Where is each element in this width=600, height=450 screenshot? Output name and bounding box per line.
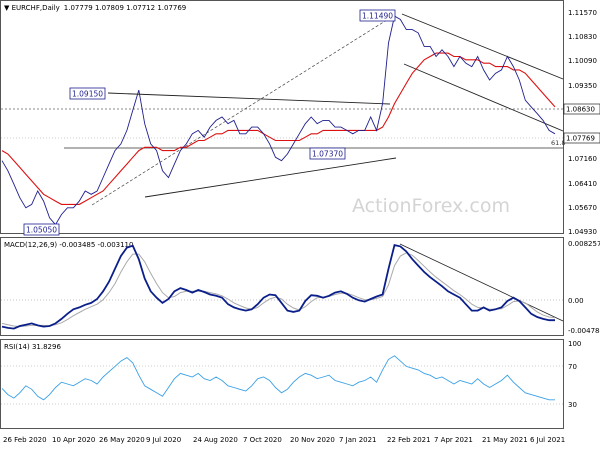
time-tick: 26 May 2020: [99, 436, 145, 444]
forex-chart: ActionForex.com ▼ EURCHF,Daily 1.07779 1.…: [0, 0, 600, 444]
fib-label: 61.8: [551, 139, 565, 147]
rsi-title: RSI(14) 31.8296: [4, 343, 61, 351]
rsi-axis: 100 70 30: [568, 340, 581, 409]
annotation-swing-high: 1.09150: [69, 87, 106, 100]
price-axis: 1.11570 1.10830 1.10090 1.09350 1.07160 …: [568, 9, 597, 236]
rsi-panel: [0, 339, 564, 429]
time-tick: 24 Aug 2020: [193, 436, 238, 444]
header-ohlc: 1.07779 1.07809 1.07712 1.07769: [64, 4, 186, 12]
macd-panel: [0, 237, 564, 336]
annotation-swing-low-text: 1.07370: [312, 150, 343, 159]
price-tick: 1.06410: [568, 180, 597, 188]
annotation-swing-low: 1.07370: [309, 147, 346, 160]
level-price-text: 1.08630: [566, 106, 595, 114]
price-tick: 1.10090: [568, 57, 597, 65]
annotation-low-text: 1.05050: [26, 226, 57, 235]
macd-tick: 0.008257: [568, 240, 600, 248]
macd-tick: -0.004784: [568, 327, 600, 335]
price-tick: 1.10830: [568, 33, 597, 41]
time-axis: 26 Feb 2020 10 Apr 2020 26 May 2020 9 Ju…: [3, 436, 565, 444]
time-tick: 6 Jul 2021: [530, 436, 565, 444]
rsi-tick: 100: [568, 340, 581, 348]
annotation-high: 1.11490: [359, 9, 396, 22]
time-tick: 26 Feb 2020: [3, 436, 47, 444]
time-tick: 7 Oct 2020: [243, 436, 282, 444]
time-tick: 7 Apr 2021: [434, 436, 473, 444]
time-tick: 10 Apr 2020: [52, 436, 95, 444]
macd-axis: 0.008257 0.00 -0.004784: [568, 240, 600, 335]
annotation-swing-high-text: 1.09150: [72, 90, 103, 99]
annotation-low: 1.05050: [23, 223, 60, 236]
time-tick: 9 Jul 2020: [146, 436, 181, 444]
rsi-tick: 70: [568, 363, 577, 371]
price-tick: 1.05670: [568, 204, 597, 212]
annotation-high-text: 1.11490: [362, 12, 393, 21]
watermark: ActionForex.com: [352, 195, 510, 217]
price-tick: 1.09350: [568, 82, 597, 90]
level-price-tag: 1.08630: [563, 103, 600, 115]
time-tick: 7 Jan 2021: [339, 436, 377, 444]
header-symbol: EURCHF,Daily: [12, 4, 60, 12]
time-tick: 21 May 2021: [482, 436, 528, 444]
current-price-text: 1.07769: [566, 135, 595, 143]
price-tick: 1.11570: [568, 9, 597, 17]
time-tick: 20 Nov 2020: [290, 436, 335, 444]
price-tick: 1.07160: [568, 155, 597, 163]
chart-header: ▼ EURCHF,Daily 1.07779 1.07809 1.07712 1.…: [4, 4, 186, 12]
current-price-tag: 1.07769: [563, 132, 600, 144]
price-tick: 1.04930: [568, 228, 597, 236]
header-triangle-icon: ▼: [4, 4, 12, 12]
rsi-tick: 30: [568, 401, 577, 409]
time-tick: 22 Feb 2021: [387, 436, 431, 444]
macd-tick: 0.00: [568, 297, 584, 305]
macd-title: MACD(12,26,9) -0.003485 -0.003110: [4, 241, 133, 249]
